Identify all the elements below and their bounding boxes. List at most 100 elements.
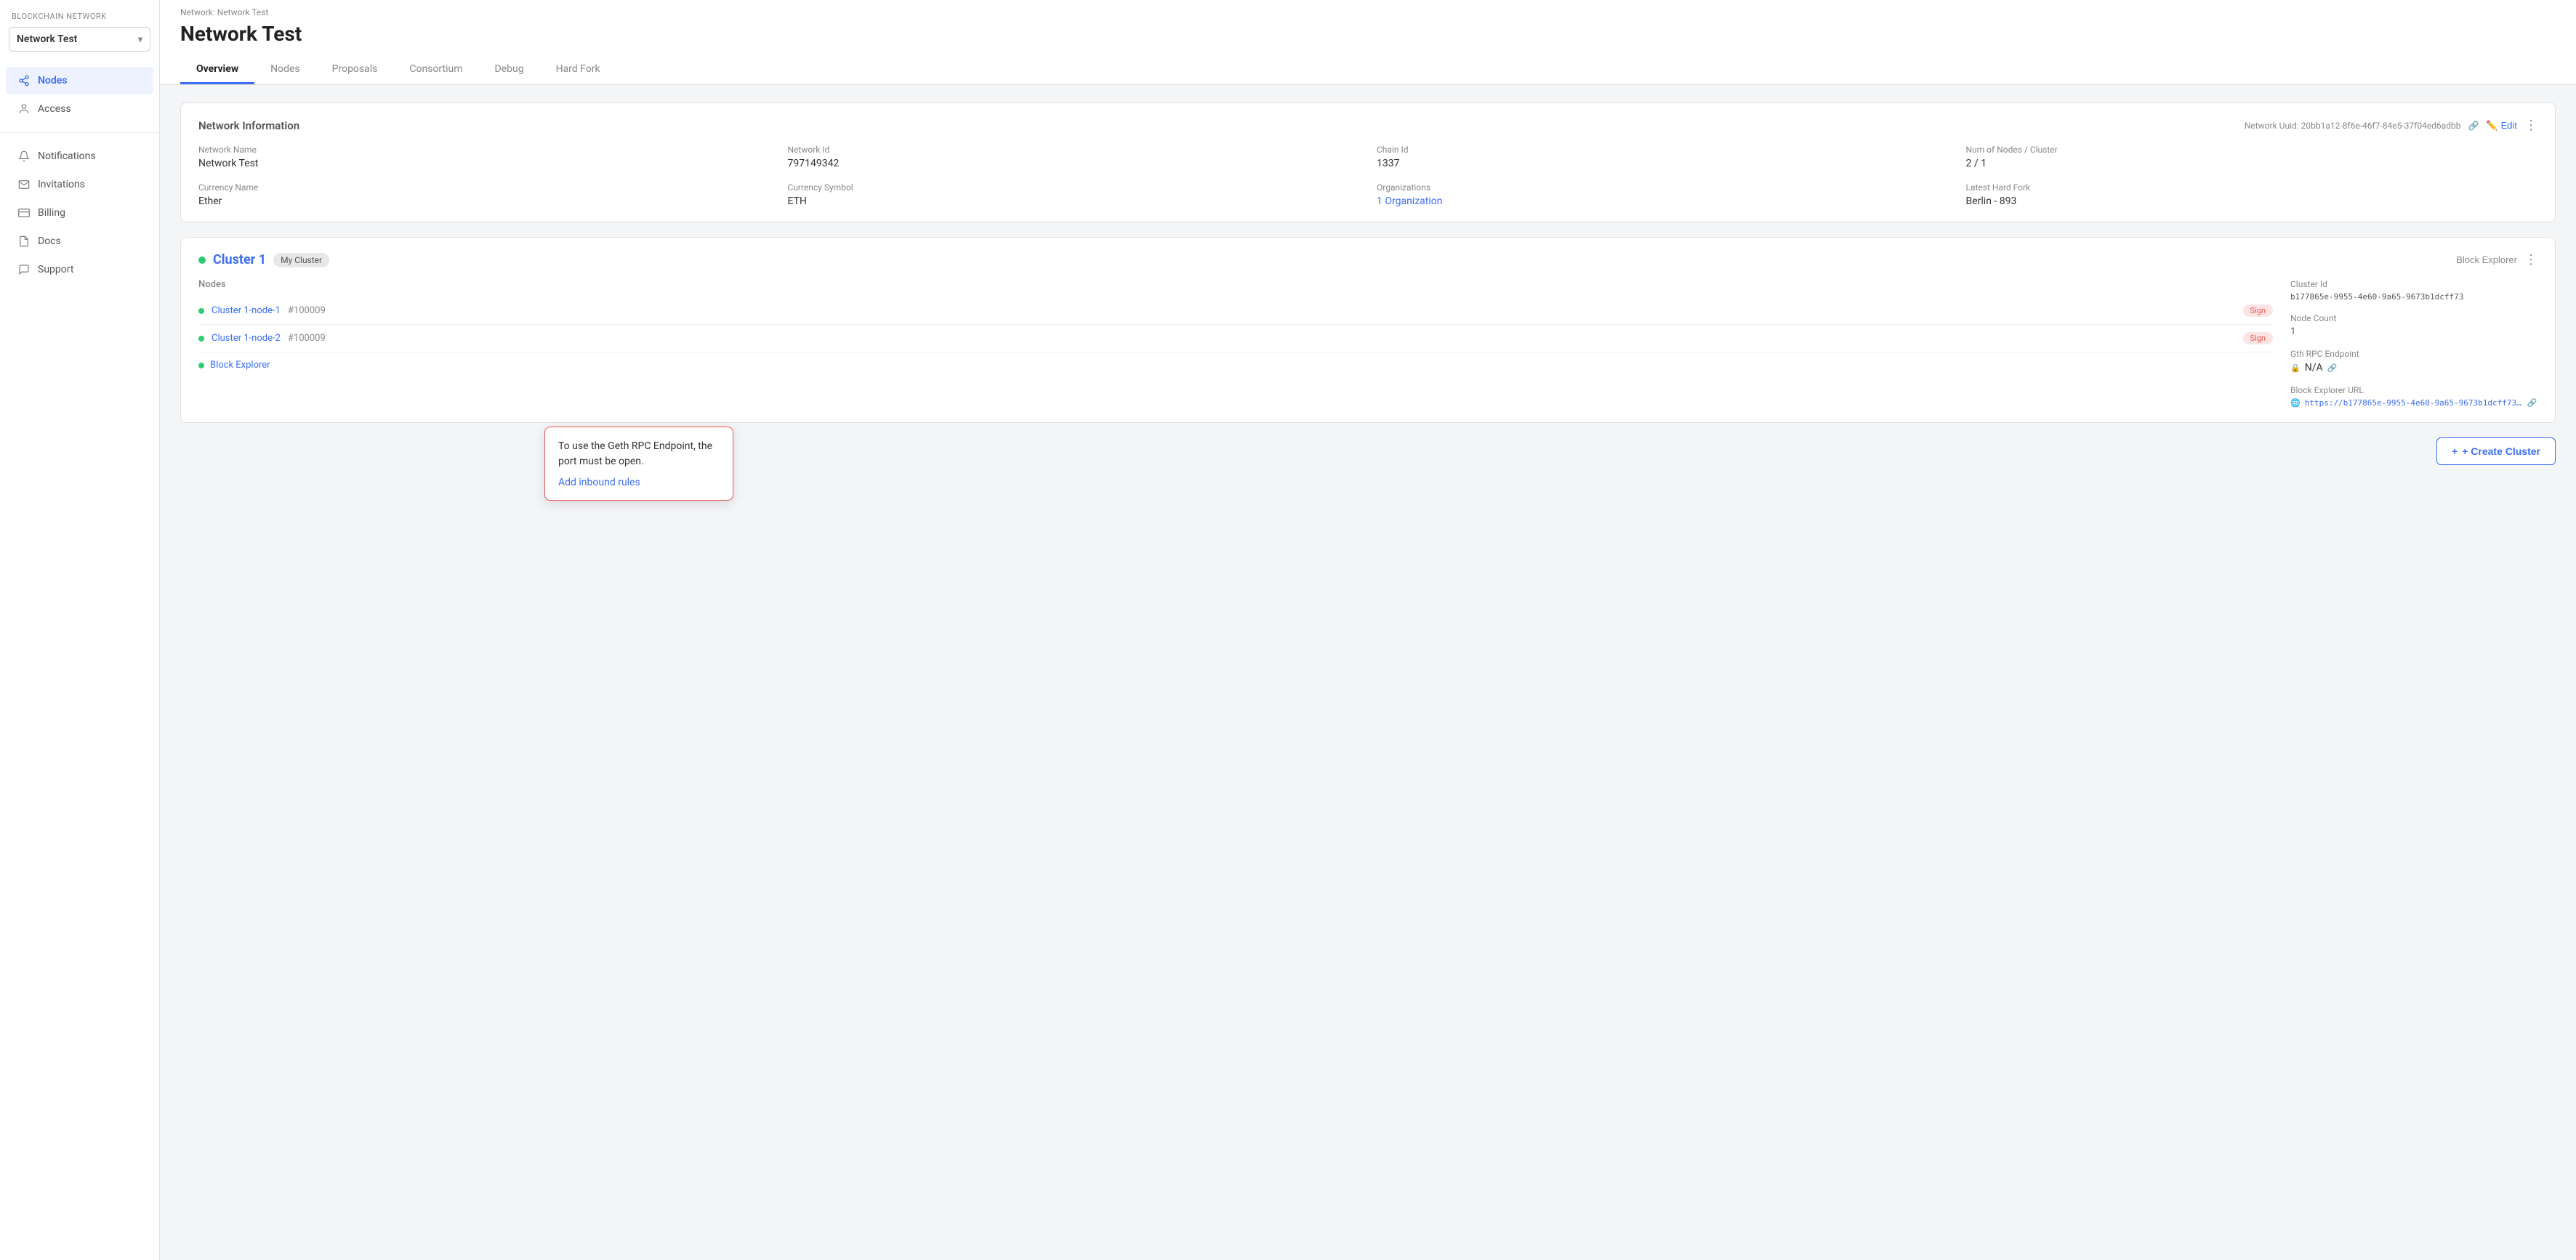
network-name-value: Network Test <box>198 158 770 169</box>
currency-symbol-field: Currency Symbol ETH <box>788 182 1360 207</box>
hard-fork-field: Latest Hard Fork Berlin - 893 <box>1966 182 2538 207</box>
block-explorer-row: Block Explorer <box>198 352 2273 378</box>
network-id-field: Network Id 797149342 <box>788 145 1360 169</box>
node-cluster-count-field: Num of Nodes / Cluster 2 / 1 <box>1966 145 2538 169</box>
sidebar-item-support[interactable]: Support <box>6 256 153 283</box>
cluster-info-section: Cluster Id b177865e-9955-4e60-9a65-9673b… <box>2290 279 2537 408</box>
main-header: Network: Network Test Network Test Overv… <box>160 0 2576 85</box>
cluster-more-button[interactable]: ⋮ <box>2524 252 2537 267</box>
copy-be-icon[interactable]: 🔗 <box>2527 398 2537 408</box>
block-explorer-link[interactable]: Block Explorer <box>210 360 270 371</box>
mail-icon <box>17 178 31 191</box>
organizations-value[interactable]: 1 Organization <box>1377 195 1949 207</box>
tab-overview[interactable]: Overview <box>180 56 254 84</box>
tab-proposals[interactable]: Proposals <box>316 56 394 84</box>
primary-nav: Nodes Access <box>0 66 159 124</box>
node-count-field: Node Count 1 <box>2290 313 2537 337</box>
rpc-value: N/A <box>2305 362 2323 373</box>
sidebar-item-nodes[interactable]: Nodes <box>6 67 153 94</box>
cluster-header-right: Block Explorer ⋮ <box>2456 252 2537 267</box>
network-info-card: Network Information Network Uuid: 20bb1a… <box>180 102 2556 222</box>
rpc-endpoint-field: Gth RPC Endpoint 🔒 N/A 🔗 <box>2290 349 2537 373</box>
currency-name-value: Ether <box>198 195 770 207</box>
tab-nodes[interactable]: Nodes <box>254 56 316 84</box>
network-info-grid: Network Name Network Test Network Id 797… <box>198 145 2537 207</box>
tooltip-message: To use the Geth RPC Endpoint, the port m… <box>558 439 720 469</box>
create-cluster-row: + + Create Cluster <box>180 437 2556 474</box>
cluster-body: Nodes Cluster 1-node-1 #100009 Sign Clus… <box>198 279 2537 408</box>
cluster-status-dot <box>198 257 206 264</box>
table-row: Cluster 1-node-2 #100009 Sign <box>198 325 2273 352</box>
tab-debug[interactable]: Debug <box>479 56 540 84</box>
sidebar-item-label: Invitations <box>38 179 85 190</box>
currency-symbol-value: ETH <box>788 195 1360 207</box>
content-area: Network Information Network Uuid: 20bb1a… <box>160 85 2576 1260</box>
globe-icon: 🌐 <box>2290 398 2301 408</box>
cluster-name: Cluster 1 <box>213 252 266 267</box>
sidebar-item-invitations[interactable]: Invitations <box>6 171 153 198</box>
tab-bar: Overview Nodes Proposals Consortium Debu… <box>180 56 2556 84</box>
sidebar-item-label: Support <box>38 264 73 275</box>
main-content: Network: Network Test Network Test Overv… <box>160 0 2576 1260</box>
rpc-value-row: 🔒 N/A 🔗 <box>2290 362 2537 373</box>
sidebar-brand: Blockchain Network <box>0 12 159 27</box>
sidebar-item-label: Docs <box>38 235 61 247</box>
rpc-tooltip-popup: To use the Geth RPC Endpoint, the port m… <box>544 427 733 501</box>
card-icon <box>17 206 31 219</box>
sidebar-item-docs[interactable]: Docs <box>6 227 153 255</box>
sidebar-item-label: Access <box>38 103 71 115</box>
sidebar-item-notifications[interactable]: Notifications <box>6 142 153 170</box>
tab-hardfork[interactable]: Hard Fork <box>540 56 616 84</box>
nodes-section-label: Nodes <box>198 279 2273 290</box>
node-link[interactable]: Cluster 1-node-2 <box>212 333 281 344</box>
network-id-value: 797149342 <box>788 158 1360 169</box>
create-cluster-button[interactable]: + + Create Cluster <box>2436 437 2556 465</box>
chevron-down-icon: ▾ <box>138 34 142 44</box>
node-status-dot <box>198 308 204 314</box>
more-options-button[interactable]: ⋮ <box>2524 118 2537 133</box>
chain-id-value: 1337 <box>1377 158 1949 169</box>
network-name-field: Network Name Network Test <box>198 145 770 169</box>
card-header: Network Information Network Uuid: 20bb1a… <box>198 118 2537 133</box>
node-status-dot <box>198 336 204 342</box>
bell-icon <box>17 150 31 163</box>
lock-icon: 🔒 <box>2290 363 2301 373</box>
block-explorer-url-value[interactable]: https://b177865e-9955-4e60-9a65-9673b1dc… <box>2305 398 2523 408</box>
node-cluster-value: 2 / 1 <box>1966 158 2538 169</box>
block-explorer-dot <box>198 363 204 368</box>
sign-badge: Sign <box>2243 304 2273 317</box>
be-url-row: 🌐 https://b177865e-9955-4e60-9a65-9673b1… <box>2290 398 2537 408</box>
secondary-nav: Notifications Invitations Billing Docs S… <box>0 142 159 284</box>
copy-rpc-icon[interactable]: 🔗 <box>2327 363 2338 373</box>
cluster-id-field: Cluster Id b177865e-9955-4e60-9a65-9673b… <box>2290 279 2537 302</box>
sidebar-item-access[interactable]: Access <box>6 95 153 123</box>
breadcrumb: Network: Network Test <box>180 7 2556 17</box>
pencil-icon: ✏️ <box>2486 120 2497 132</box>
page-title: Network Test <box>180 22 2556 46</box>
edit-button[interactable]: ✏️ Edit <box>2486 120 2517 132</box>
block-explorer-button[interactable]: Block Explorer <box>2456 254 2517 265</box>
network-selector[interactable]: Network Test ▾ <box>9 27 150 52</box>
sidebar-item-billing[interactable]: Billing <box>6 199 153 227</box>
copy-uuid-icon[interactable]: 🔗 <box>2468 121 2479 131</box>
uuid-label: Network Uuid: 20bb1a12-8f6e-46f7-84e5-37… <box>2245 121 2461 131</box>
cluster-id-value: b177865e-9955-4e60-9a65-9673b1dcff73 <box>2290 292 2537 302</box>
uuid-value: 20bb1a12-8f6e-46f7-84e5-37f04ed6adbb <box>2301 121 2461 131</box>
sidebar-item-label: Notifications <box>38 150 96 162</box>
tab-consortium[interactable]: Consortium <box>393 56 478 84</box>
share-icon <box>17 74 31 87</box>
plus-icon: + <box>2452 445 2458 457</box>
node-link[interactable]: Cluster 1-node-1 <box>212 305 281 316</box>
doc-icon <box>17 235 31 248</box>
card-header-right: Network Uuid: 20bb1a12-8f6e-46f7-84e5-37… <box>2245 118 2537 133</box>
cluster-card: Cluster 1 My Cluster Block Explorer ⋮ No… <box>180 237 2556 423</box>
sidebar-divider <box>0 132 159 133</box>
hard-fork-value: Berlin - 893 <box>1966 195 2538 207</box>
add-inbound-rules-link[interactable]: Add inbound rules <box>558 477 640 488</box>
cluster-title-row: Cluster 1 My Cluster <box>198 252 329 267</box>
chat-icon <box>17 263 31 276</box>
currency-name-field: Currency Name Ether <box>198 182 770 207</box>
block-explorer-url-field: Block Explorer URL 🌐 https://b177865e-99… <box>2290 385 2537 408</box>
node-count-value: 1 <box>2290 326 2537 337</box>
chain-id-field: Chain Id 1337 <box>1377 145 1949 169</box>
